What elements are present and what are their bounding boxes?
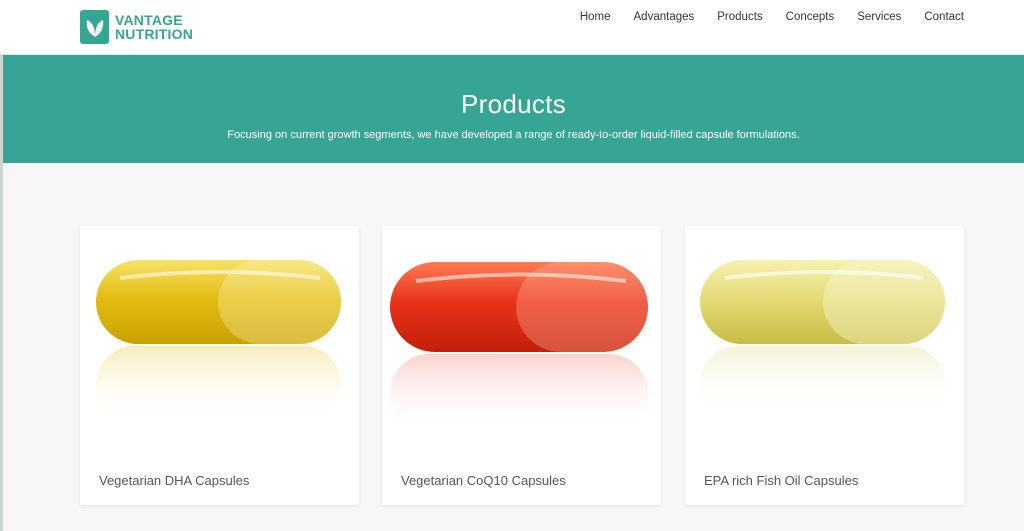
capsule-image: [685, 226, 964, 446]
nav-item-concepts[interactable]: Concepts: [786, 11, 835, 23]
brand-name: VANTAGE NUTRITION: [115, 13, 193, 41]
product-title: Vegetarian CoQ10 Capsules: [401, 473, 566, 488]
capsule-image: [382, 226, 661, 446]
capsule-image: [80, 226, 359, 446]
nav-item-advantages[interactable]: Advantages: [634, 11, 695, 23]
page-subtitle: Focusing on current growth segments, we …: [227, 129, 800, 141]
brand-line-2: NUTRITION: [115, 26, 194, 42]
page-banner: Products Focusing on current growth segm…: [3, 55, 1024, 163]
nav-item-contact[interactable]: Contact: [924, 11, 964, 23]
nav-item-products[interactable]: Products: [717, 11, 762, 23]
product-title: EPA rich Fish Oil Capsules: [704, 473, 859, 488]
site-header: VANTAGE NUTRITION Home Advantages Produc…: [0, 0, 1024, 55]
product-card-coq10[interactable]: Vegetarian CoQ10 Capsules: [382, 226, 661, 505]
nav-item-home[interactable]: Home: [580, 11, 611, 23]
product-card-dha[interactable]: Vegetarian DHA Capsules: [80, 226, 359, 505]
page-title: Products: [460, 89, 566, 119]
main-nav: Home Advantages Products Concepts Servic…: [580, 11, 964, 23]
nav-item-services[interactable]: Services: [857, 11, 901, 23]
product-card-epa[interactable]: EPA rich Fish Oil Capsules: [685, 226, 964, 505]
brand-line-1: VANTAGE: [115, 12, 183, 28]
product-title: Vegetarian DHA Capsules: [99, 473, 250, 488]
leaf-logo-icon: [80, 10, 109, 44]
brand-logo[interactable]: VANTAGE NUTRITION: [80, 10, 193, 44]
